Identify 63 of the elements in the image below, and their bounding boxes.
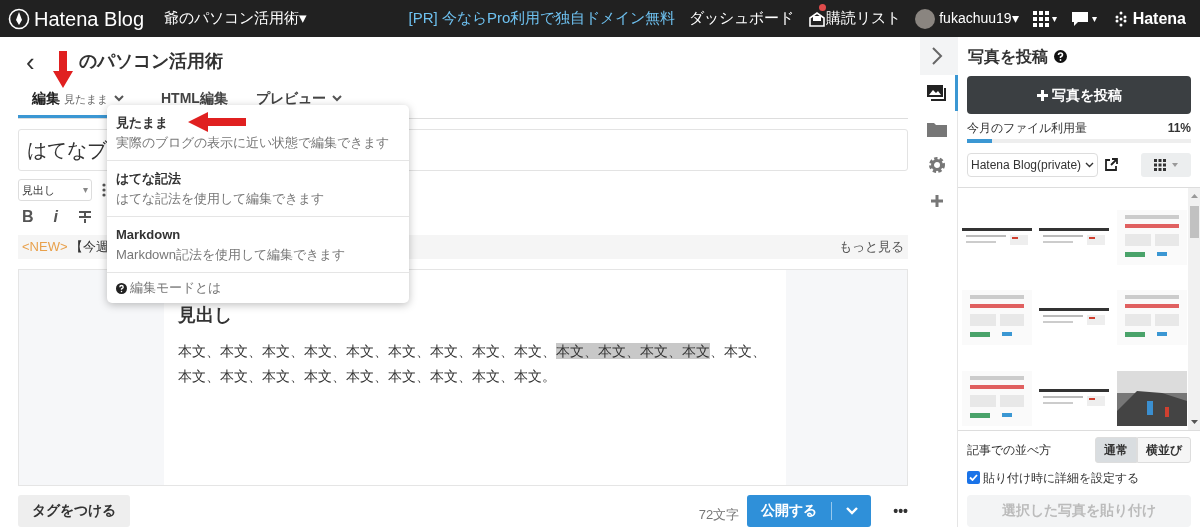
chevron-right-icon <box>931 46 943 66</box>
help-icon[interactable] <box>1054 50 1067 64</box>
back-button[interactable]: ‹ <box>26 48 35 75</box>
usage-label: 今月のファイル利用量 <box>967 119 1087 137</box>
chevron-icon <box>845 507 858 515</box>
image-icon <box>926 84 948 102</box>
scroll-thumb[interactable] <box>1189 205 1199 238</box>
scrollbar[interactable] <box>1188 187 1200 430</box>
apps-caret[interactable]: ▾ <box>1051 11 1057 26</box>
caret-icon <box>1172 162 1178 167</box>
notice-text: 【今週 <box>69 238 109 256</box>
panel-title: 写真を投稿 <box>968 46 1048 67</box>
detail-checkbox[interactable] <box>967 471 980 485</box>
dashboard-link[interactable]: ダッシュボード <box>689 7 795 30</box>
annotation-arrow <box>188 112 246 132</box>
strikethrough-icon[interactable] <box>78 209 92 224</box>
blog-title: のパソコン活用術 <box>78 50 223 74</box>
avatar[interactable] <box>915 8 936 29</box>
bold-button[interactable]: B <box>22 204 34 229</box>
content-heading: 見出し <box>178 303 233 327</box>
plus-icon <box>1036 89 1048 101</box>
content-paragraph: 本文、本文、本文、本文、本文、本文、本文、本文、本文、本文、本文、本文、本文、本文、本文、本文、本文、本文、本文、本文、本文、本文、本文。 <box>178 341 767 386</box>
layout-option[interactable]: 横並び <box>1137 436 1191 463</box>
help-link[interactable]: 編集モードとは <box>130 278 221 298</box>
settings-icon <box>928 156 946 174</box>
caret-icon: ▾ <box>83 182 88 198</box>
plus-icon <box>930 194 944 208</box>
scroll-down-icon[interactable] <box>1190 419 1198 424</box>
subscriptions-link[interactable]: 購読リスト <box>826 7 902 30</box>
usage-percent: 11% <box>1167 119 1191 137</box>
help-icon <box>116 282 127 294</box>
grid-icon <box>1154 158 1166 171</box>
logo-icon <box>8 7 30 30</box>
album-select[interactable]: Hatena Blog(private) <box>967 152 1099 177</box>
format-select[interactable]: 見出し ▾ <box>18 178 92 201</box>
detail-label: 貼り付け時に詳細を設定する <box>983 469 1139 487</box>
brand-link[interactable]: Hatena Blog <box>34 3 145 34</box>
mode-label: 見たまま <box>64 92 108 108</box>
promo-link[interactable]: [PR] 今ならPro利用で独自ドメイン無料 <box>408 7 676 30</box>
more-link[interactable]: もっと見る <box>839 237 904 257</box>
layout-label: 記事での並べ方 <box>967 441 1051 459</box>
external-link-icon[interactable] <box>1104 157 1119 172</box>
comments-caret[interactable]: ▾ <box>1091 11 1097 26</box>
comment-icon[interactable] <box>1070 10 1089 27</box>
mode-option[interactable]: Markdown Markdown記法を使用して編集できます <box>107 217 409 273</box>
apps-grid-icon[interactable] <box>1032 10 1049 27</box>
mode-option[interactable]: はてな記法 はてな記法を使用して編集できます <box>107 161 409 217</box>
folder-icon <box>927 121 947 137</box>
hatena-link[interactable]: Hatena <box>1132 6 1186 31</box>
tag-button[interactable]: タグをつける <box>18 495 130 527</box>
more-options-button[interactable]: ••• <box>893 501 908 522</box>
caret-icon <box>1085 161 1095 168</box>
new-tag: <NEW> <box>22 237 68 257</box>
more-icon[interactable] <box>102 182 106 197</box>
upload-photo-button[interactable]: 写真を投稿 <box>967 76 1191 114</box>
italic-button[interactable]: i <box>53 204 58 229</box>
blog-menu[interactable]: 爺のパソコン活用術▾ <box>164 7 308 30</box>
view-toggle-button[interactable] <box>1141 152 1191 177</box>
character-count: 72文字 <box>698 506 740 524</box>
layout-option[interactable]: 通常 <box>1095 436 1137 463</box>
user-menu[interactable]: fukachuu19▾ <box>939 8 1019 29</box>
annotation-arrow <box>53 51 73 88</box>
mail-icon <box>808 9 827 28</box>
